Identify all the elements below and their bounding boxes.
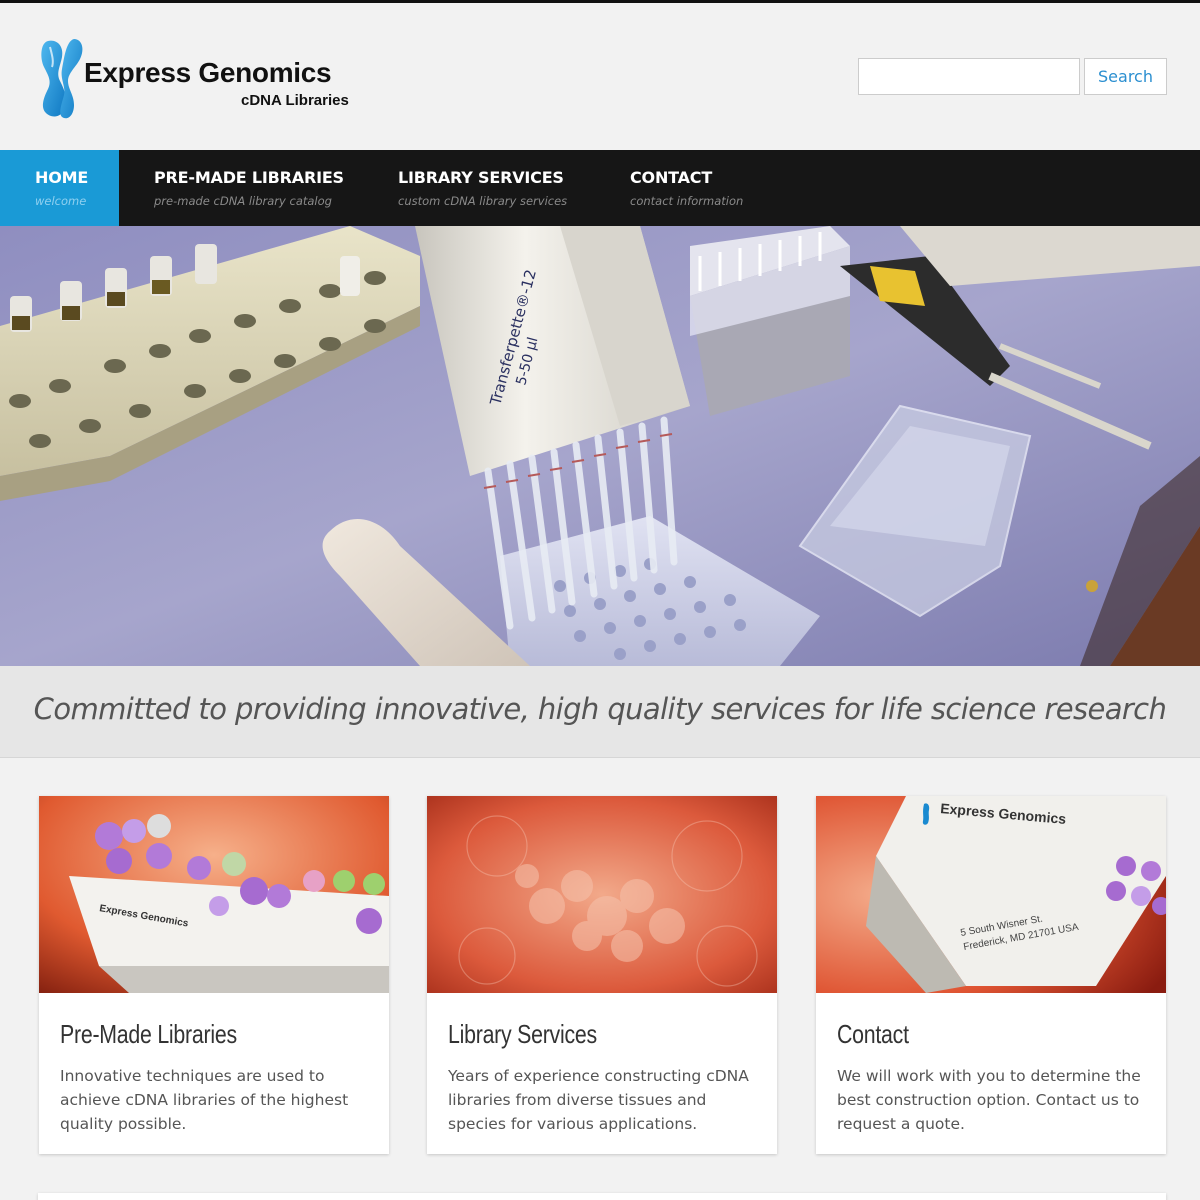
- site-header: Express Genomics cDNA Libraries Search: [0, 3, 1200, 150]
- search-input[interactable]: [858, 58, 1080, 95]
- site-logo[interactable]: Express Genomics cDNA Libraries: [38, 37, 368, 121]
- nav-item-pre-made-libraries[interactable]: PRE-MADE LIBRARIES pre-made cDNA library…: [119, 150, 363, 226]
- tube-rack-image: Express Genomics: [39, 796, 389, 993]
- logo-title: Express Genomics: [84, 57, 332, 88]
- card-pre-made-libraries[interactable]: Express Genomics Pre-Made Libraries Inno…: [39, 796, 389, 1154]
- nav-item-desc: custom cDNA library services: [398, 194, 568, 208]
- nav-item-label: CONTACT: [630, 168, 713, 187]
- tissue-cells-image: [427, 796, 777, 993]
- product-box-image: Express Genomics 5 South Wisner St. Fred…: [816, 796, 1166, 993]
- tagline-band: Committed to providing innovative, high …: [0, 666, 1200, 758]
- card-contact[interactable]: Express Genomics 5 South Wisner St. Fred…: [816, 796, 1166, 1154]
- card-title: Pre-Made Libraries: [60, 1019, 237, 1049]
- bottom-panel: [38, 1193, 1166, 1200]
- card-text: Innovative techniques are used to achiev…: [60, 1067, 349, 1133]
- card-text: Years of experience constructing cDNA li…: [448, 1067, 749, 1133]
- chromosome-logo-icon: [922, 803, 930, 825]
- nav-item-desc: welcome: [35, 194, 87, 208]
- card-title: Library Services: [448, 1019, 597, 1049]
- card-text: We will work with you to determine the b…: [837, 1067, 1141, 1133]
- chromosome-logo-icon: [41, 39, 83, 119]
- nav-item-desc: contact information: [630, 194, 744, 208]
- nav-item-label: HOME: [35, 168, 89, 187]
- nav-item-library-services[interactable]: LIBRARY SERVICES custom cDNA library ser…: [363, 150, 595, 226]
- nav-item-label: LIBRARY SERVICES: [398, 168, 564, 187]
- main-nav: HOME welcome PRE-MADE LIBRARIES pre-made…: [0, 150, 1200, 226]
- tagline: Committed to providing innovative, high …: [33, 692, 1167, 726]
- nav-item-label: PRE-MADE LIBRARIES: [154, 168, 344, 187]
- nav-item-home[interactable]: HOME welcome: [0, 150, 119, 226]
- nav-item-contact[interactable]: CONTACT contact information: [595, 150, 785, 226]
- logo-subtitle: cDNA Libraries: [241, 92, 349, 109]
- card-title: Contact: [837, 1019, 909, 1049]
- nav-item-desc: pre-made cDNA library catalog: [154, 194, 332, 208]
- lab-pipette-photo: Transferpette®-12 5-50 µl: [0, 226, 1200, 666]
- card-library-services[interactable]: Library Services Years of experience con…: [427, 796, 777, 1154]
- search-button[interactable]: Search: [1084, 58, 1167, 95]
- hero-image: Transferpette®-12 5-50 µl: [0, 226, 1200, 666]
